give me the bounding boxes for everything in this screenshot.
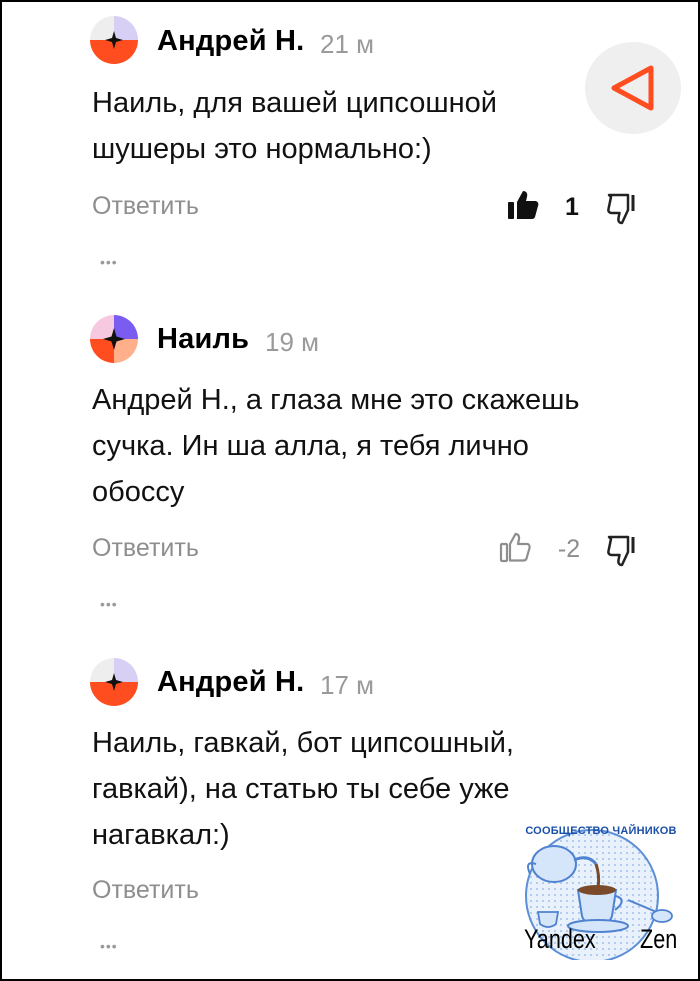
- thumbs-up-icon[interactable]: [498, 530, 532, 564]
- watermark-yandex-text: Yandex: [524, 924, 596, 954]
- reply-button[interactable]: Ответить: [92, 876, 199, 905]
- avatar-andrey-icon: [90, 16, 138, 64]
- comment-time: 21 м: [320, 29, 375, 59]
- reply-button[interactable]: Ответить: [92, 534, 199, 563]
- comment-text-line: шушеры это нормально:): [92, 133, 432, 165]
- avatar-andrey-icon: [90, 658, 138, 706]
- comment-text: Андрей Н., а глаза мне это скажешь сучка…: [92, 377, 612, 515]
- comment-author[interactable]: Андрей Н.: [157, 666, 304, 699]
- comment-text-line: гавкай), на статью ты себе уже: [92, 773, 510, 805]
- watermark-title: СООБЩЕСТВО ЧАЙНИКОВ: [525, 825, 677, 837]
- more-options-button[interactable]: •••: [100, 596, 118, 612]
- comment-text: Наиль, для вашей ципсошной шушеры это но…: [92, 80, 612, 172]
- thumbs-down-icon[interactable]: [606, 534, 638, 568]
- thumbs-up-filled-icon[interactable]: [506, 188, 540, 222]
- comment-time: 17 м: [320, 670, 375, 700]
- watermark-zen-text: Zen: [640, 924, 678, 954]
- comment-author[interactable]: Андрей Н.: [157, 25, 304, 58]
- comment-text-line: сучка. Ин ша алла, я тебя лично: [92, 430, 529, 462]
- comment-time: 19 м: [265, 327, 320, 357]
- reply-button[interactable]: Ответить: [92, 192, 199, 221]
- more-options-button[interactable]: •••: [100, 254, 118, 270]
- rating-count: 1: [565, 193, 579, 221]
- rating-count: -2: [557, 535, 581, 563]
- avatar[interactable]: [90, 16, 138, 64]
- comment-text-line: обоссу: [92, 476, 185, 508]
- watermark-logo: СООБЩЕСТВО ЧАЙНИКОВ Yandex Zen: [516, 820, 686, 960]
- avatar-nail-icon: [90, 315, 138, 363]
- avatar[interactable]: [90, 315, 138, 363]
- comment-text-line: Наиль, для вашей ципсошной: [92, 87, 497, 119]
- comment-author[interactable]: Наиль: [157, 323, 249, 356]
- avatar[interactable]: [90, 658, 138, 706]
- comments-screen: Андрей Н. 21 м Наиль, для вашей ципсошно…: [0, 0, 700, 981]
- comment-text-line: Наиль, гавкай, бот ципсошный,: [92, 727, 514, 759]
- more-options-button[interactable]: •••: [100, 938, 118, 954]
- thumbs-down-icon[interactable]: [606, 192, 638, 226]
- comment-text-line: Андрей Н., а глаза мне это скажешь: [92, 384, 580, 416]
- back-triangle-icon: [611, 65, 654, 111]
